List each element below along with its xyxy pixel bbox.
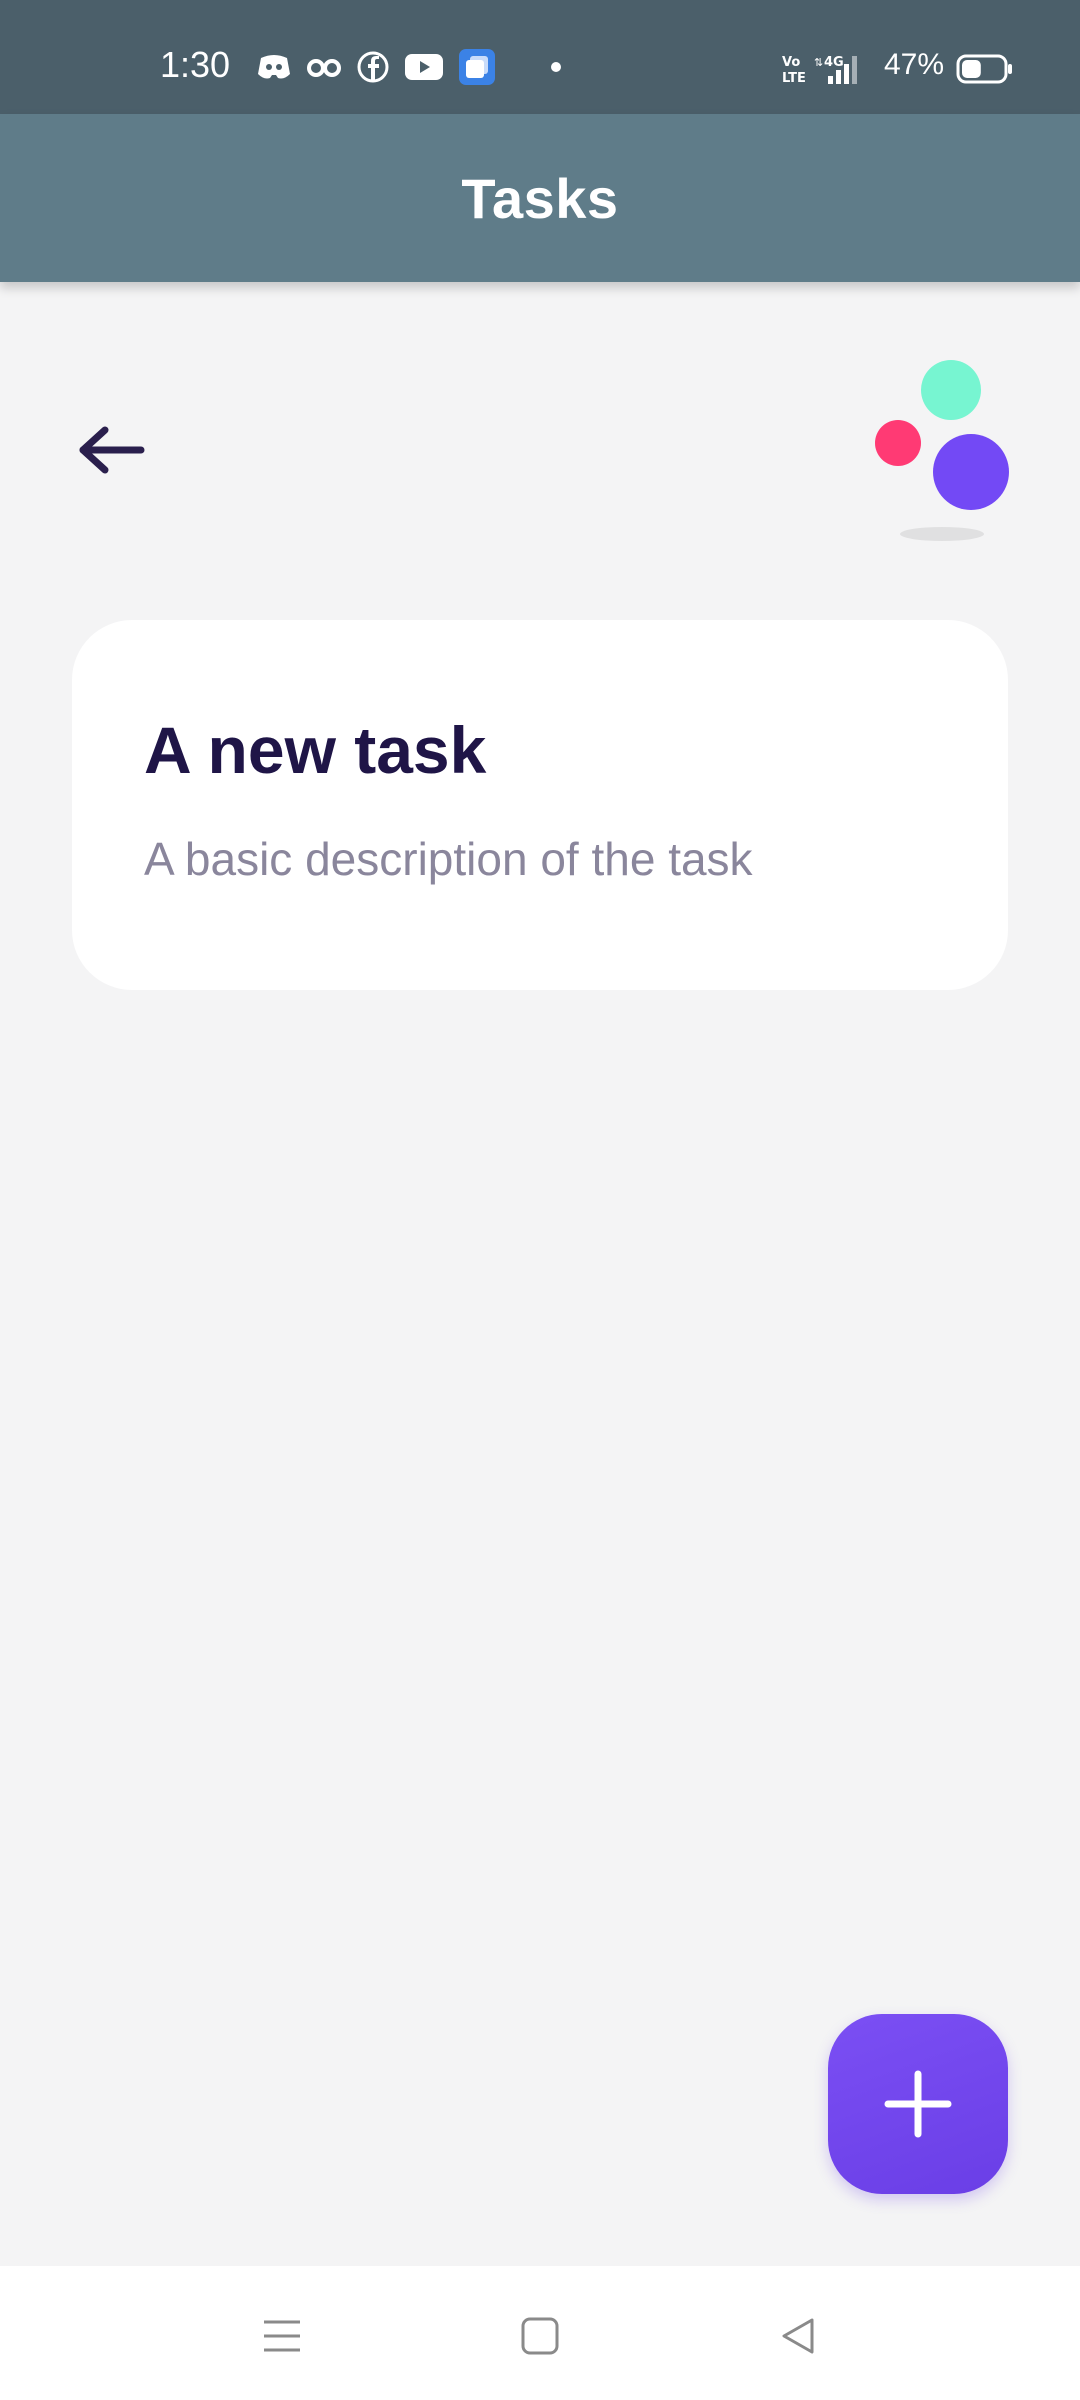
- home-button[interactable]: [490, 2296, 590, 2376]
- menu-icon: [264, 2320, 300, 2352]
- add-task-button[interactable]: [828, 2014, 1008, 2194]
- multitask-icon: [458, 48, 496, 91]
- system-back-button[interactable]: [748, 2296, 848, 2376]
- back-triangle-icon: [782, 2318, 814, 2354]
- status-time: 1:30: [160, 44, 231, 85]
- bubbles-logo-icon: [866, 352, 1016, 548]
- signal-icon: ⇅ 4G: [814, 50, 870, 91]
- back-button[interactable]: [66, 410, 156, 490]
- task-description: A basic description of the task: [144, 833, 753, 885]
- facebook-icon: [356, 50, 390, 89]
- volte-icon: Vo LTE: [780, 52, 806, 91]
- battery-percent: 47%: [884, 48, 945, 81]
- glasses-icon: [306, 55, 342, 84]
- svg-text:⇅: ⇅: [814, 56, 823, 69]
- system-nav-bar: [0, 2266, 1080, 2400]
- plus-icon: [884, 2070, 952, 2138]
- svg-text:Vo: Vo: [782, 55, 800, 70]
- app-bar: Tasks: [0, 114, 1080, 282]
- youtube-icon: [404, 52, 444, 87]
- discord-icon: [256, 52, 292, 87]
- status-bar: 1:30 Vo LTE ⇅ 4G 47%: [0, 0, 1080, 114]
- network-type: 4G: [824, 55, 844, 70]
- task-card[interactable]: A new task A basic description of the ta…: [72, 620, 1008, 990]
- svg-text:LTE: LTE: [782, 71, 806, 86]
- battery-icon: [956, 54, 1014, 89]
- dot-icon: [550, 60, 562, 78]
- system-status-icons: Vo LTE ⇅ 4G 47%: [780, 48, 1080, 91]
- arrow-left-icon: [79, 426, 145, 474]
- task-title: A new task: [144, 713, 487, 787]
- notification-icons: [256, 48, 562, 91]
- recent-apps-button[interactable]: [232, 2296, 332, 2376]
- page-title: Tasks: [461, 166, 619, 230]
- home-icon: [521, 2317, 559, 2355]
